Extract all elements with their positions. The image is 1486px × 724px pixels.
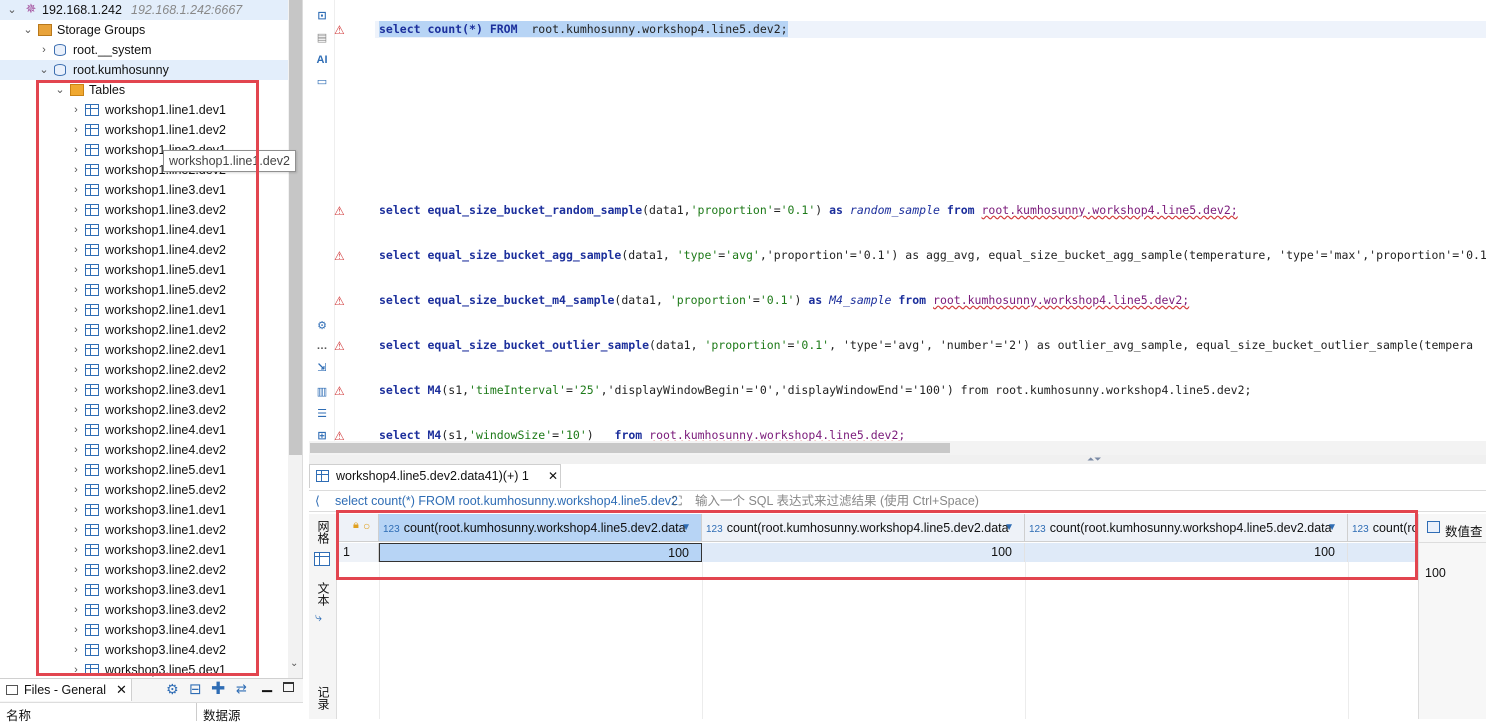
annotation-box-tables — [36, 80, 259, 676]
chevron-right-icon[interactable]: › — [38, 40, 50, 60]
warning-icon: ⚠ — [334, 339, 345, 353]
editor-query-line[interactable]: select M4(s1,'timeInterval'='25','displa… — [379, 382, 1272, 398]
database-navigator: ⌄ ✵ 192.168.1.242 192.168.1.242:6667 ⌄ S… — [0, 0, 303, 678]
filter-sql-text[interactable]: select count(*) FROM root.kumhosunny.wor… — [335, 491, 678, 511]
results-tab-label: workshop4.line5.dev2.data41)(+) 1 — [336, 469, 529, 483]
database-icon — [54, 64, 66, 76]
value-panel: 数值查 100 — [1418, 514, 1486, 719]
panel-icon — [1427, 521, 1440, 533]
ai-icon[interactable]: AI — [315, 53, 329, 67]
annotation-box-results — [336, 510, 1418, 580]
tree-scrollbar-thumb[interactable] — [289, 0, 302, 455]
chevron-down-icon[interactable]: ⌄ — [38, 60, 50, 80]
execute-icon[interactable]: ⊡ — [315, 9, 329, 23]
text-view-tab[interactable]: 文本 — [315, 582, 332, 606]
format-icon[interactable]: ☰ — [315, 407, 329, 421]
link-icon[interactable]: ⇄ — [236, 681, 247, 697]
results-tab[interactable]: workshop4.line5.dev2.data41)(+) 1 ✕ — [309, 464, 561, 488]
filter-input[interactable]: 输入一个 SQL 表达式来过滤结果 (使用 Ctrl+Space) — [695, 491, 979, 511]
grid-view-tab[interactable]: 网格 — [315, 520, 332, 544]
server-name: 192.168.1.242 — [42, 3, 122, 17]
record-view-tab[interactable]: 记录 — [315, 686, 332, 710]
grid-icon[interactable] — [314, 552, 330, 566]
editor-line-1[interactable]: select count(*) FROM root.kumhosunny.wor… — [379, 21, 788, 37]
export-icon[interactable]: ⇲ — [315, 361, 329, 375]
warning-icon: ⚠ — [334, 23, 345, 37]
warning-icon: ⚠ — [334, 384, 345, 398]
server-address: 192.168.1.242:6667 — [131, 3, 243, 17]
scroll-down-icon[interactable]: ⌄ — [290, 658, 298, 669]
view-switcher: 网格 文本 ⤷ 记录 — [309, 514, 337, 719]
files-tab-label: Files - General — [24, 683, 106, 697]
tree-node-system[interactable]: › root.__system — [0, 40, 288, 60]
editor-toolbar: ⊡ ▤ AI ▭ ⚙ … ⇲ ▥ ☰ ⊞ — [309, 0, 335, 455]
editor-query-line[interactable]: select equal_size_bucket_random_sample(d… — [379, 202, 1238, 218]
maximize-icon[interactable] — [283, 682, 294, 692]
terminal-icon[interactable]: ▭ — [315, 75, 329, 89]
close-icon[interactable]: ✕ — [116, 679, 127, 701]
import-icon[interactable]: ▥ — [315, 385, 329, 399]
splitter-handle-icon[interactable]: ⏶⏷ — [1087, 455, 1101, 464]
tree-node-kumhosunny[interactable]: ⌄ root.kumhosunny — [0, 60, 288, 80]
filter-bar: ⟨ select count(*) FROM root.kumhosunny.w… — [309, 490, 1486, 512]
database-icon — [54, 44, 66, 56]
gear-icon[interactable]: ⚙ — [166, 681, 179, 698]
warning-icon: ⚠ — [334, 294, 345, 308]
value-panel-value: 100 — [1425, 566, 1446, 580]
splitter[interactable]: ⏶⏷ — [309, 455, 1486, 464]
server-icon: ✵ — [25, 1, 37, 16]
editor-query-line[interactable]: select equal_size_bucket_outlier_sample(… — [379, 337, 1486, 353]
tree-node-storage-groups[interactable]: ⌄ Storage Groups — [0, 20, 288, 40]
files-tab[interactable]: Files - General ✕ — [0, 679, 132, 701]
more-icon[interactable]: … — [315, 339, 329, 353]
col-name-header[interactable]: 名称 — [6, 705, 31, 724]
db-group-label: root.kumhosunny — [73, 63, 169, 77]
system-group-label: root.__system — [73, 43, 152, 57]
text-icon[interactable]: ⤷ — [315, 610, 322, 625]
table-icon — [316, 470, 329, 482]
col-datasource-header[interactable]: 数据源 — [203, 705, 241, 724]
add-icon[interactable]: ✚ — [211, 679, 225, 699]
files-icon — [6, 685, 18, 695]
warning-icon: ⚠ — [334, 249, 345, 263]
warning-icon: ⚠ — [334, 204, 345, 218]
storage-groups-label: Storage Groups — [57, 23, 146, 37]
execute-script-icon[interactable]: ▤ — [315, 31, 329, 45]
folder-icon — [38, 24, 52, 36]
files-panel: Files - General ✕ ⚙ ⊟ ✚ ⇄ ▁ 名称 数据源 — [0, 677, 303, 723]
collapse-icon[interactable]: ⊟ — [189, 680, 202, 698]
results-panel: workshop4.line5.dev2.data41)(+) 1 ✕ ⟨ se… — [309, 464, 1486, 719]
editor-query-line[interactable]: select equal_size_bucket_agg_sample(data… — [379, 247, 1486, 263]
close-icon[interactable]: ✕ — [548, 465, 558, 487]
editor-hscroll-thumb[interactable] — [310, 443, 950, 453]
minimize-icon[interactable]: ▁ — [262, 677, 272, 693]
chevron-down-icon[interactable]: ⌄ — [6, 0, 18, 20]
sql-icon: ⟨ — [315, 494, 320, 508]
settings-icon[interactable]: ⚙ — [315, 319, 329, 333]
expand-icon[interactable]: ⛶ — [673, 491, 682, 511]
value-panel-title[interactable]: 数值查 — [1445, 521, 1483, 540]
sql-editor[interactable]: ⊡ ▤ AI ▭ ⚙ … ⇲ ▥ ☰ ⊞ ⚠ select count(*) F… — [309, 0, 1486, 455]
tree-node-server[interactable]: ⌄ ✵ 192.168.1.242 192.168.1.242:6667 — [0, 0, 288, 20]
editor-query-line[interactable]: select equal_size_bucket_m4_sample(data1… — [379, 292, 1189, 308]
chevron-down-icon[interactable]: ⌄ — [22, 20, 34, 40]
